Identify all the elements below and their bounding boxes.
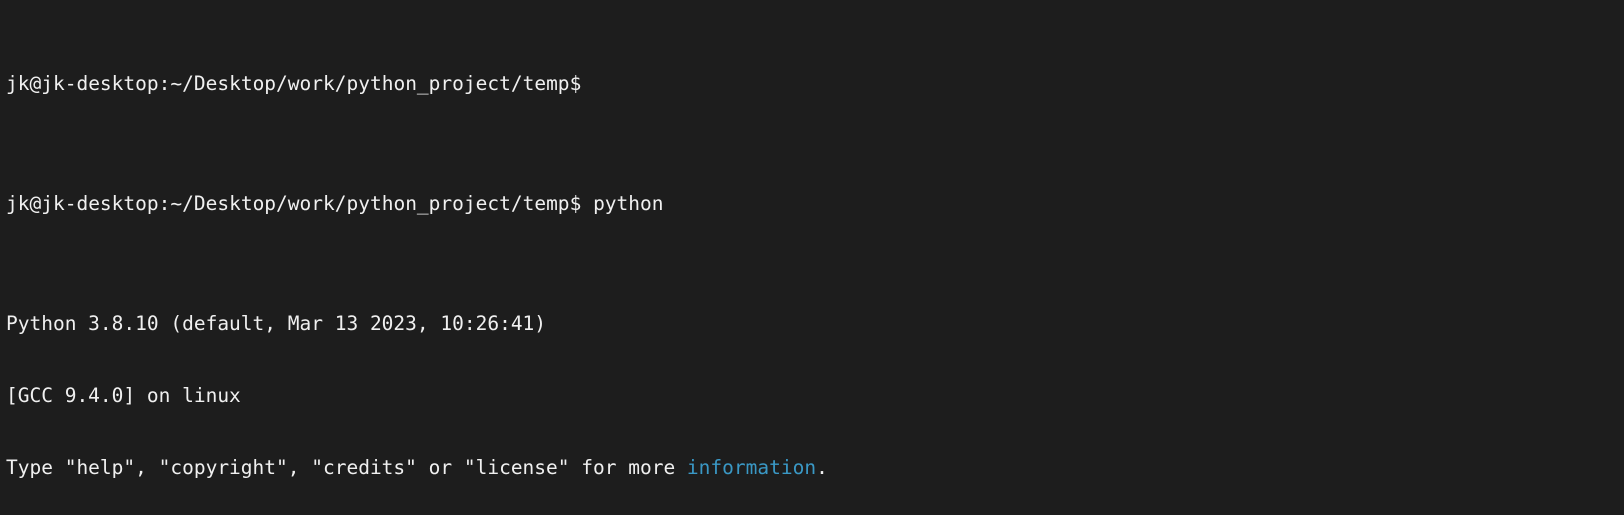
banner-text: . (816, 456, 828, 479)
python-banner: Type "help", "copyright", "credits" or "… (6, 456, 1618, 480)
prompt-user: jk (6, 72, 29, 95)
prompt-path: ~/Desktop/work/python_project/temp (170, 192, 569, 215)
command: python (593, 192, 663, 215)
prompt-sep: $ (570, 72, 582, 95)
python-banner: [GCC 9.4.0] on linux (6, 384, 1618, 408)
prompt-sep: $ (570, 192, 582, 215)
prompt-path: ~/Desktop/work/python_project/temp (170, 72, 569, 95)
prompt-host: jk-desktop (41, 72, 158, 95)
shell-line: jk@jk-desktop:~/Desktop/work/python_proj… (6, 192, 1618, 216)
banner-text: Type "help", "copyright", "credits" or "… (6, 456, 687, 479)
python-banner: Python 3.8.10 (default, Mar 13 2023, 10:… (6, 312, 1618, 336)
information-link: information (687, 456, 816, 479)
terminal-output[interactable]: jk@jk-desktop:~/Desktop/work/python_proj… (0, 0, 1624, 515)
prompt-user: jk (6, 192, 29, 215)
shell-line: jk@jk-desktop:~/Desktop/work/python_proj… (6, 72, 1618, 96)
prompt-host: jk-desktop (41, 192, 158, 215)
